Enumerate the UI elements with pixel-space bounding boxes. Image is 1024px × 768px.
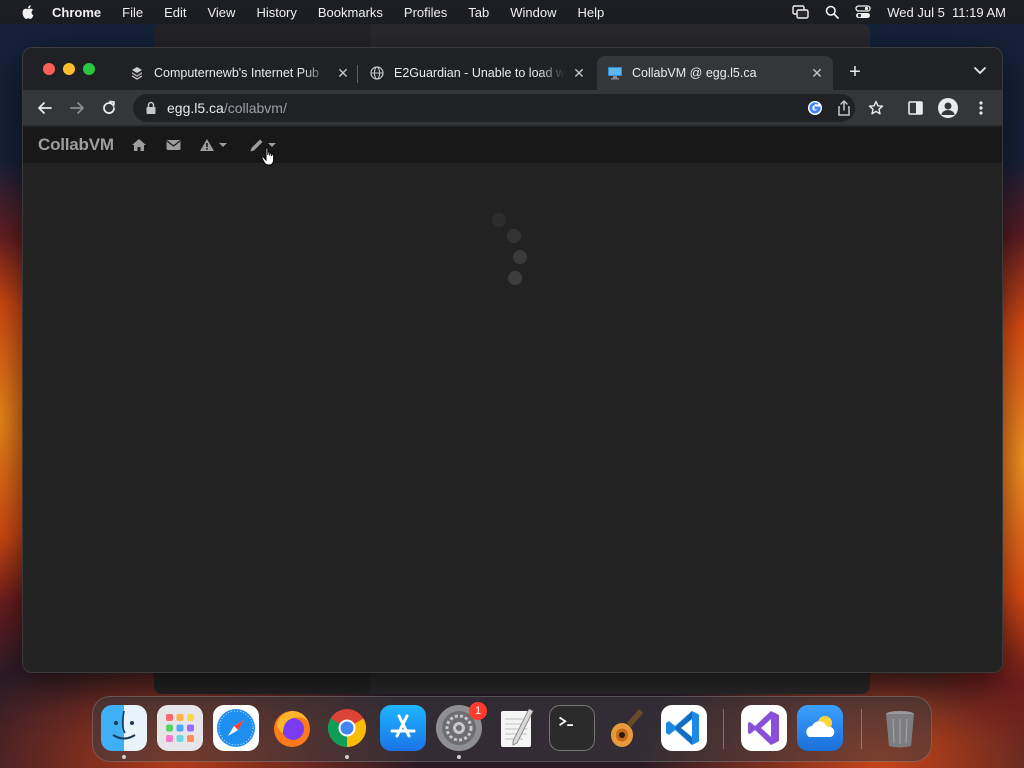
tab-title: Computernewb's Internet Pub xyxy=(154,66,319,80)
control-center-icon[interactable] xyxy=(855,5,871,19)
tab-close-icon[interactable]: ✕ xyxy=(809,65,825,81)
macos-menu-bar: Chrome File Edit View History Bookmarks … xyxy=(0,0,1024,24)
close-window-button[interactable] xyxy=(43,63,55,75)
menu-tab[interactable]: Tab xyxy=(468,5,489,20)
chevron-down-icon xyxy=(219,143,227,147)
back-button[interactable] xyxy=(35,98,55,118)
notification-badge: 1 xyxy=(469,702,487,720)
page-content: CollabVM xyxy=(23,127,1002,672)
tab-close-icon[interactable]: ✕ xyxy=(571,65,587,81)
visual-studio-code-dock-icon[interactable] xyxy=(661,705,707,751)
minimize-window-button[interactable] xyxy=(63,63,75,75)
chrome-window: Computernewb's Internet Pub ✕ E2Guardian… xyxy=(22,47,1003,673)
collabvm-brand[interactable]: CollabVM xyxy=(38,135,114,155)
weather-dock-icon[interactable] xyxy=(797,705,843,751)
zoom-window-button[interactable] xyxy=(83,63,95,75)
collabvm-navbar: CollabVM xyxy=(23,127,1002,163)
tab-e2guardian[interactable]: E2Guardian - Unable to load w ✕ xyxy=(361,56,593,90)
menu-edit[interactable]: Edit xyxy=(164,5,186,20)
reload-icon xyxy=(103,100,115,114)
garageband-dock-icon[interactable] xyxy=(605,705,651,751)
app-store-dock-icon[interactable] xyxy=(380,705,426,751)
menu-view[interactable]: View xyxy=(207,5,235,20)
finder-dock-icon[interactable] xyxy=(101,705,147,751)
url-path: /collabvm/ xyxy=(223,100,287,116)
new-tab-button[interactable]: + xyxy=(845,61,865,83)
bookmark-star-icon[interactable] xyxy=(868,100,884,116)
menu-file[interactable]: File xyxy=(122,5,143,20)
tab-search-chevron-icon[interactable] xyxy=(972,62,988,78)
side-panel-icon[interactable] xyxy=(908,101,923,115)
collabvm-favicon-icon xyxy=(607,65,623,81)
hand-cursor-icon xyxy=(261,147,275,166)
reload-button[interactable] xyxy=(99,98,119,118)
share-icon[interactable] xyxy=(837,100,851,116)
tab-strip: Computernewb's Internet Pub ✕ E2Guardian… xyxy=(23,48,1002,90)
spotlight-search-icon[interactable] xyxy=(825,5,840,19)
tab-close-icon[interactable]: ✕ xyxy=(335,65,351,81)
google-lens-icon[interactable] xyxy=(807,100,823,116)
spinner-dot xyxy=(508,271,522,285)
profile-avatar-icon[interactable] xyxy=(938,98,958,118)
forward-arrow-icon xyxy=(70,102,84,114)
firefox-dock-icon[interactable] xyxy=(269,705,315,751)
menu-profiles[interactable]: Profiles xyxy=(404,5,447,20)
tab-title: E2Guardian - Unable to load w xyxy=(394,66,565,80)
safari-dock-icon[interactable] xyxy=(213,705,259,751)
url-host: egg.l5.ca xyxy=(167,100,224,116)
globe-icon xyxy=(369,65,385,81)
lock-icon[interactable] xyxy=(145,101,157,115)
warning-icon xyxy=(200,139,214,151)
textedit-dock-icon[interactable] xyxy=(493,705,539,751)
menu-history[interactable]: History xyxy=(256,5,296,20)
spinner-dot xyxy=(513,250,527,264)
tab-computernewb[interactable]: Computernewb's Internet Pub ✕ xyxy=(121,56,357,90)
home-icon[interactable] xyxy=(131,136,147,154)
google-chrome-dock-icon[interactable] xyxy=(324,705,370,751)
terminal-dock-icon[interactable] xyxy=(549,705,595,751)
launchpad-dock-icon[interactable] xyxy=(157,705,203,751)
more-menu-icon[interactable] xyxy=(978,100,984,116)
menu-window[interactable]: Window xyxy=(510,5,556,20)
macos-dock: 1 xyxy=(92,696,932,762)
address-bar[interactable]: egg.l5.ca/collabvm/ xyxy=(133,94,855,122)
computernewb-favicon-icon xyxy=(129,65,145,81)
warning-dropdown[interactable] xyxy=(199,136,227,154)
browser-toolbar: egg.l5.ca/collabvm/ xyxy=(23,90,1002,126)
menu-app-name[interactable]: Chrome xyxy=(52,5,101,20)
tab-title: CollabVM @ egg.l5.ca xyxy=(632,66,757,80)
visual-studio-dock-icon[interactable] xyxy=(741,705,787,751)
back-arrow-icon xyxy=(38,102,52,114)
tab-collabvm[interactable]: CollabVM @ egg.l5.ca ✕ xyxy=(597,56,833,90)
apple-icon[interactable] xyxy=(20,4,34,20)
menu-clock[interactable]: Wed Jul 5 11:19 AM xyxy=(887,5,1006,20)
forward-button[interactable] xyxy=(67,98,87,118)
spinner-dot xyxy=(507,229,521,243)
menu-help[interactable]: Help xyxy=(578,5,605,20)
spinner-dot xyxy=(492,213,506,227)
screen-mirroring-icon[interactable] xyxy=(792,5,809,19)
trash-dock-icon[interactable] xyxy=(877,705,923,751)
envelope-icon[interactable] xyxy=(166,136,181,154)
menu-bookmarks[interactable]: Bookmarks xyxy=(318,5,383,20)
